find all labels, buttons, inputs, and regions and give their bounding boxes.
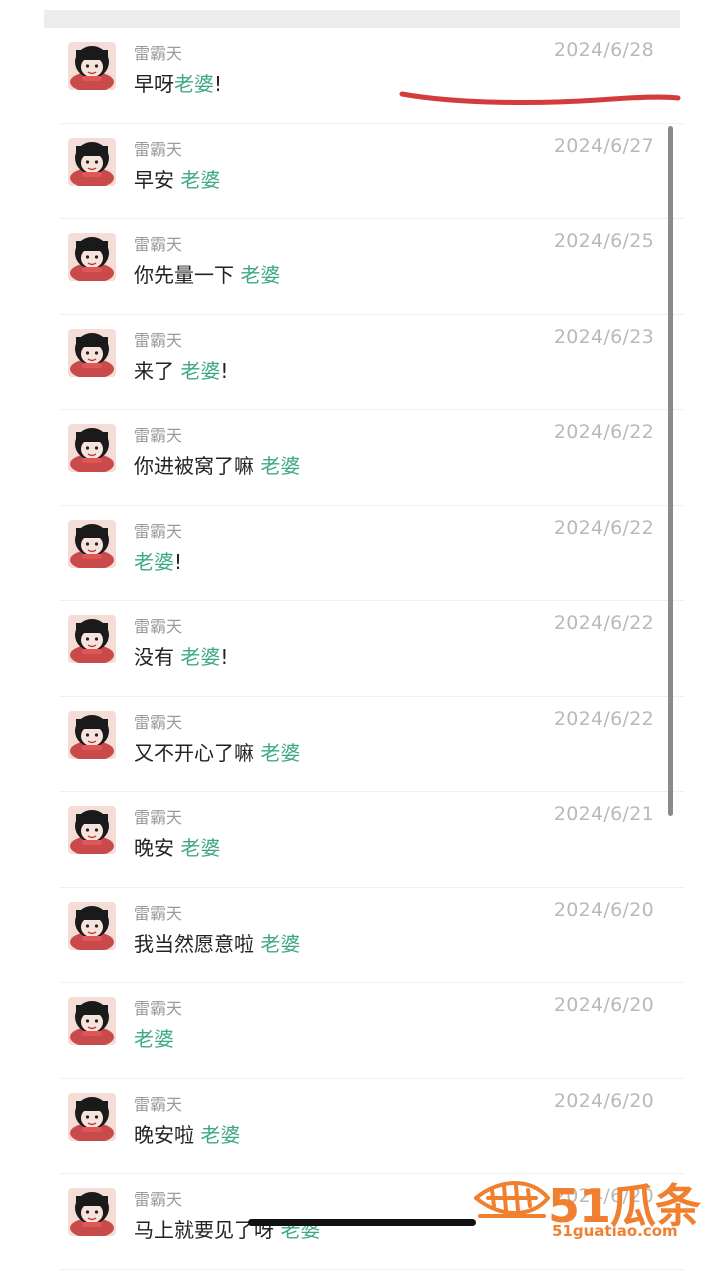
message-date: 2024/6/20 [553, 994, 654, 1016]
avatar-image [68, 424, 116, 472]
message-text: 来了 老婆! [134, 358, 229, 383]
avatar-image [68, 997, 116, 1045]
avatar[interactable] [68, 233, 116, 281]
avatar-image [68, 710, 116, 759]
avatar[interactable] [68, 1188, 116, 1236]
message-text: 早呀老婆! [134, 72, 223, 96]
message-row[interactable]: 雷霸天 2024/6/20 我当然愿意啦 老婆 [60, 888, 684, 983]
sender-name: 雷霸天 [134, 1094, 183, 1114]
message-text: 晚安啦 老婆 [134, 1122, 241, 1147]
sender-name: 雷霸天 [134, 808, 183, 827]
message-row[interactable]: 雷霸天 2024/6/23 来了 老婆! [60, 315, 684, 410]
top-divider-bar [44, 10, 680, 28]
avatar-image [68, 1092, 116, 1141]
message-row[interactable]: 雷霸天 2024/6/20 晚安啦 老婆 [60, 1079, 684, 1174]
sender-name: 雷霸天 [134, 521, 183, 541]
message-text: 没有 老婆! [134, 645, 229, 669]
message-list[interactable]: 雷霸天 2024/6/28 早呀老婆! 雷霸天 2024/6/27 早安 老婆 … [60, 28, 684, 1270]
avatar[interactable] [68, 519, 116, 568]
avatar-image [68, 806, 116, 854]
message-date: 2024/6/20 [553, 898, 654, 921]
message-text: 晚安 老婆 [134, 836, 221, 860]
message-date: 2024/6/22 [553, 707, 654, 730]
avatar[interactable] [68, 710, 116, 759]
home-indicator[interactable] [248, 1219, 476, 1226]
avatar[interactable] [68, 615, 116, 663]
message-date: 2024/6/21 [553, 803, 654, 825]
message-date: 2024/6/22 [553, 421, 654, 443]
avatar[interactable] [68, 1092, 116, 1141]
sender-name: 雷霸天 [134, 139, 183, 159]
avatar-image [68, 328, 116, 377]
message-text: 我当然愿意啦 老婆 [134, 931, 301, 956]
message-row[interactable]: 雷霸天 2024/6/27 早安 老婆 [60, 124, 684, 219]
message-date: 2024/6/27 [553, 134, 654, 157]
avatar-image [68, 519, 116, 568]
sender-name: 雷霸天 [134, 44, 183, 63]
sender-name: 雷霸天 [134, 712, 183, 732]
avatar[interactable] [68, 806, 116, 854]
message-row[interactable]: 雷霸天 2024/6/25 你先量一下 老婆 [60, 219, 684, 315]
avatar-image [68, 233, 116, 281]
scrollbar[interactable] [668, 126, 673, 816]
sender-name: 雷霸天 [134, 903, 183, 923]
avatar-image [68, 901, 116, 950]
watermark-url: 51guatiao.com [552, 1222, 678, 1240]
message-text: 你先量一下 老婆 [134, 263, 281, 287]
avatar[interactable] [68, 137, 116, 186]
message-row[interactable]: 雷霸天 2024/6/22 老婆! [60, 506, 684, 601]
avatar[interactable] [68, 424, 116, 472]
avatar-image [68, 42, 116, 90]
message-row[interactable]: 雷霸天 2024/6/21 晚安 老婆 [60, 792, 684, 888]
avatar-image [68, 615, 116, 663]
avatar-image [68, 137, 116, 186]
sender-name: 雷霸天 [134, 330, 183, 350]
red-underline-annotation [399, 91, 681, 105]
message-row[interactable]: 雷霸天 2024/6/20 老婆 [60, 983, 684, 1079]
message-row[interactable]: 雷霸天 2024/6/22 又不开心了嘛 老婆 [60, 697, 684, 792]
message-date: 2024/6/25 [553, 230, 654, 252]
message-date: 2024/6/22 [553, 612, 654, 634]
avatar-image [68, 1188, 116, 1236]
message-row[interactable]: 雷霸天 2024/6/22 没有 老婆! [60, 601, 684, 697]
message-date: 2024/6/23 [553, 325, 654, 348]
sender-name: 雷霸天 [134, 617, 183, 636]
avatar[interactable] [68, 901, 116, 950]
avatar[interactable] [68, 997, 116, 1045]
message-text: 老婆! [134, 549, 183, 574]
message-text: 早安 老婆 [134, 167, 221, 192]
message-text: 又不开心了嘛 老婆 [134, 740, 301, 765]
message-row[interactable]: 雷霸天 2024/6/22 你进被窝了嘛 老婆 [60, 410, 684, 506]
message-date: 2024/6/20 [553, 1089, 654, 1112]
sender-name: 雷霸天 [134, 1190, 183, 1209]
message-text: 你进被窝了嘛 老婆 [134, 454, 301, 478]
sender-name: 雷霸天 [134, 999, 183, 1018]
message-text: 老婆 [134, 1027, 174, 1051]
message-date: 2024/6/22 [553, 516, 654, 539]
avatar[interactable] [68, 328, 116, 377]
message-date: 2024/6/28 [553, 39, 654, 61]
sender-name: 雷霸天 [134, 426, 183, 445]
avatar[interactable] [68, 42, 116, 90]
sender-name: 雷霸天 [134, 235, 183, 254]
